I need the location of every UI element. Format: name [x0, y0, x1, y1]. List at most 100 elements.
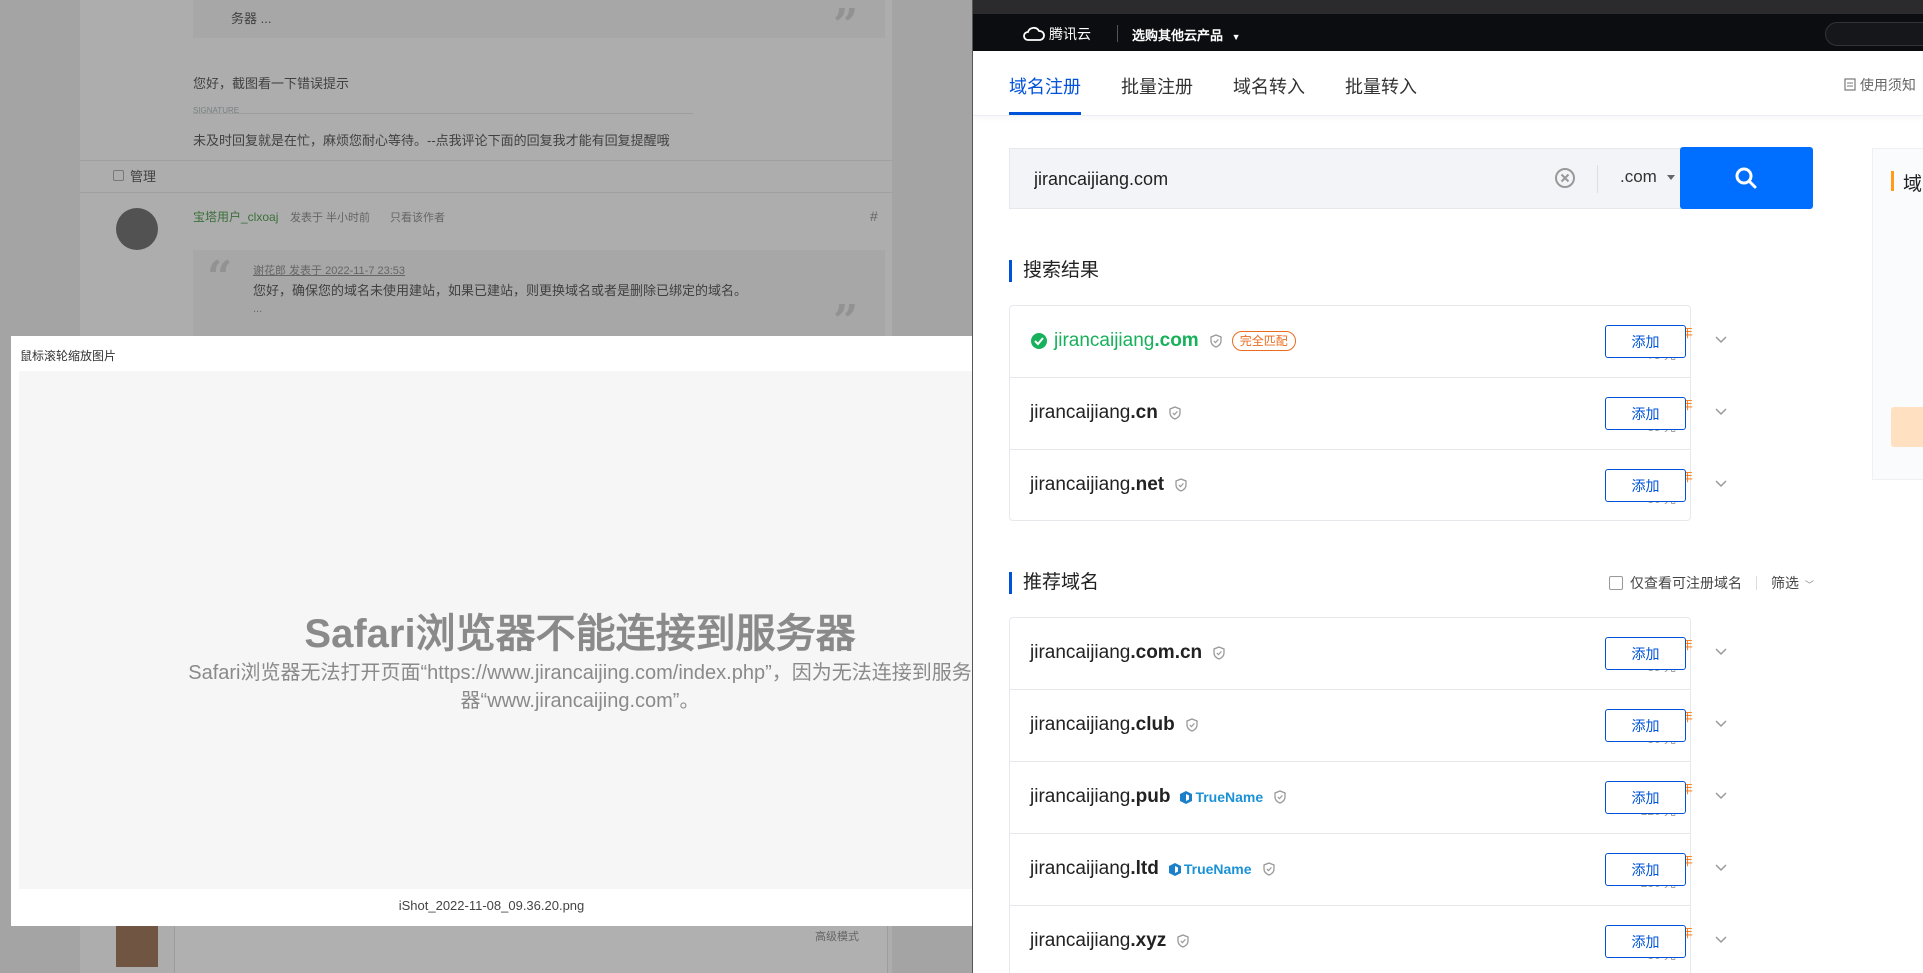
- domain-name: jirancaijiang.pub: [1030, 786, 1171, 807]
- chevron-down-icon[interactable]: [1715, 720, 1727, 728]
- domain-name: jirancaijiang.cn: [1030, 402, 1158, 423]
- help-label: 使用须知: [1859, 77, 1916, 93]
- divider: [1756, 576, 1757, 590]
- chevron-down-icon[interactable]: [1715, 936, 1727, 944]
- domain-label: jirancaijiang.club: [1030, 714, 1198, 736]
- side-accent-bar: [1891, 171, 1894, 191]
- tld-select-value: .com: [1620, 167, 1657, 186]
- error-message: Safari浏览器无法打开页面“https://www.jirancaijing…: [188, 662, 972, 712]
- forum-window: 务器 ... ” 您好，截图看一下错误提示 SIGNATURE 未及时回复就是在…: [0, 0, 972, 973]
- filter-label: 筛选: [1771, 575, 1799, 591]
- image-filename: iShot_2022-11-08_09.36.20.png: [398, 898, 585, 913]
- domain-name: jirancaijiang.xyz: [1030, 930, 1167, 951]
- lightbox-title: 鼠标滚轮缩放图片: [20, 349, 117, 363]
- domain-row: jirancaijiang.com.cn36元/首年39 元添加: [1010, 618, 1727, 690]
- domain-label: jirancaijiang.xyz: [1030, 930, 1189, 952]
- domain-row: jirancaijiang.com完全匹配68元/首年75 元添加: [1010, 306, 1727, 378]
- divider: [1597, 165, 1598, 193]
- caret-down-icon: ▼: [1231, 32, 1241, 42]
- truename-icon: [1180, 790, 1193, 804]
- available-only-label: 仅查看可注册域名: [1630, 575, 1742, 591]
- domain-search-box: .com: [1009, 148, 1691, 209]
- shield-icon: [1262, 862, 1275, 876]
- search-results-title: 搜索结果: [1009, 260, 1099, 282]
- cloud-icon: [1023, 26, 1045, 41]
- domain-row: jirancaijiang.net73元/首年80 元添加: [1010, 450, 1727, 522]
- truename-badge: TrueName: [1168, 861, 1252, 877]
- side-panel-title: 域: [1903, 174, 1923, 195]
- add-button[interactable]: 添加: [1605, 469, 1686, 502]
- side-panel-button[interactable]: [1891, 407, 1923, 447]
- chevron-down-icon[interactable]: [1715, 864, 1727, 872]
- add-button[interactable]: 添加: [1605, 781, 1686, 814]
- chevron-down-icon[interactable]: [1715, 480, 1727, 488]
- side-panel: 域: [1872, 148, 1923, 480]
- tab-domain-transfer[interactable]: 域名转入: [1233, 73, 1305, 99]
- shield-icon: [1210, 334, 1222, 348]
- recommended-list: jirancaijiang.com.cn36元/首年39 元添加jirancai…: [1009, 617, 1727, 973]
- search-results-list: jirancaijiang.com完全匹配68元/首年75 元添加jiranca…: [1009, 305, 1727, 522]
- browser-url-bar[interactable]: [973, 0, 1923, 14]
- caret-down-icon: [1666, 174, 1675, 180]
- top-navbar: 腾讯云 选购其他云产品 ▼: [973, 0, 1923, 51]
- truename-badge: TrueName: [1180, 789, 1263, 805]
- domain-name: jirancaijiang.net: [1030, 474, 1165, 495]
- shield-icon: [1177, 934, 1189, 948]
- domain-label: jirancaijiang.com 完全匹配: [1030, 330, 1296, 352]
- tld-select[interactable]: .com: [1620, 167, 1675, 187]
- chevron-down-icon[interactable]: [1715, 792, 1727, 800]
- add-button[interactable]: 添加: [1605, 325, 1686, 358]
- domain-label: jirancaijiang.net: [1030, 474, 1187, 496]
- domain-name: jirancaijiang.club: [1030, 714, 1175, 735]
- available-only-checkbox[interactable]: 仅查看可注册域名: [1609, 573, 1742, 593]
- domain-row: jirancaijiang.pubTrueName10元/首年120 元添加: [1010, 762, 1727, 834]
- domain-row: jirancaijiang.ltdTrueName10元/首年280 元添加: [1010, 834, 1727, 906]
- check-circle-icon: [1031, 333, 1047, 349]
- shield-icon: [1274, 790, 1286, 804]
- product-menu[interactable]: 选购其他云产品 ▼: [1132, 25, 1241, 44]
- clear-icon[interactable]: [1554, 167, 1576, 189]
- tab-domain-register[interactable]: 域名注册: [1009, 73, 1081, 99]
- domain-name: jirancaijiang.ltd: [1030, 858, 1159, 879]
- domain-label: jirancaijiang.com.cn: [1030, 642, 1225, 664]
- shield-icon: [1169, 406, 1181, 420]
- tab-batch-transfer[interactable]: 批量转入: [1345, 73, 1417, 99]
- chevron-down-icon[interactable]: [1715, 336, 1727, 344]
- search-button[interactable]: [1680, 147, 1813, 209]
- domain-row: jirancaijiang.cn36元/首年39 元添加: [1010, 378, 1727, 450]
- reco-filter: 仅查看可注册域名 筛选 ﹀: [1609, 573, 1814, 593]
- add-button[interactable]: 添加: [1605, 397, 1686, 430]
- lightbox-image[interactable]: Safari浏览器不能连接到服务器 Safari浏览器无法打开页面“https:…: [19, 371, 972, 889]
- checkbox-icon[interactable]: [1609, 576, 1623, 590]
- image-lightbox: 鼠标滚轮缩放图片 Safari浏览器不能连接到服务器 Safari浏览器无法打开…: [11, 336, 972, 926]
- domain-label: jirancaijiang.pub TrueName: [1030, 786, 1286, 808]
- domain-row: jirancaijiang.club10元/首年80 元添加: [1010, 690, 1727, 762]
- filter-dropdown[interactable]: 筛选 ﹀: [1771, 573, 1814, 593]
- add-button[interactable]: 添加: [1605, 709, 1686, 742]
- active-tab-indicator: [1009, 112, 1081, 115]
- tab-bar: 域名注册 批量注册 域名转入 批量转入 使用须知: [973, 51, 1923, 116]
- shield-icon: [1175, 478, 1187, 492]
- domain-search-input[interactable]: [1034, 165, 1514, 193]
- chevron-down-icon[interactable]: [1715, 648, 1727, 656]
- product-menu-label: 选购其他云产品: [1132, 28, 1224, 43]
- exact-match-badge: 完全匹配: [1231, 331, 1296, 351]
- recommended-title: 推荐域名: [1009, 572, 1099, 594]
- chevron-down-icon[interactable]: [1715, 408, 1727, 416]
- domain-label: jirancaijiang.cn: [1030, 402, 1181, 424]
- global-search[interactable]: [1825, 22, 1923, 46]
- tencent-cloud-window: 腾讯云 选购其他云产品 ▼ 域名注册 批量注册 域名转入 批量转入 使用须知 .…: [972, 0, 1923, 973]
- domain-row: jirancaijiang.xyz13元/首年80 元添加: [1010, 906, 1727, 973]
- add-button[interactable]: 添加: [1605, 925, 1686, 958]
- chevron-down-icon: ﹀: [1805, 580, 1815, 590]
- document-icon: [1844, 78, 1856, 91]
- add-button[interactable]: 添加: [1605, 637, 1686, 670]
- tab-batch-register[interactable]: 批量注册: [1121, 73, 1193, 99]
- add-button[interactable]: 添加: [1605, 853, 1686, 886]
- truename-icon: [1168, 862, 1181, 876]
- brand-logo[interactable]: 腾讯云: [1023, 24, 1091, 44]
- domain-label: jirancaijiang.ltd TrueName: [1030, 858, 1275, 880]
- domain-name: jirancaijiang.com: [1054, 330, 1199, 351]
- help-link[interactable]: 使用须知: [1844, 75, 1916, 95]
- brand-name: 腾讯云: [1049, 26, 1091, 42]
